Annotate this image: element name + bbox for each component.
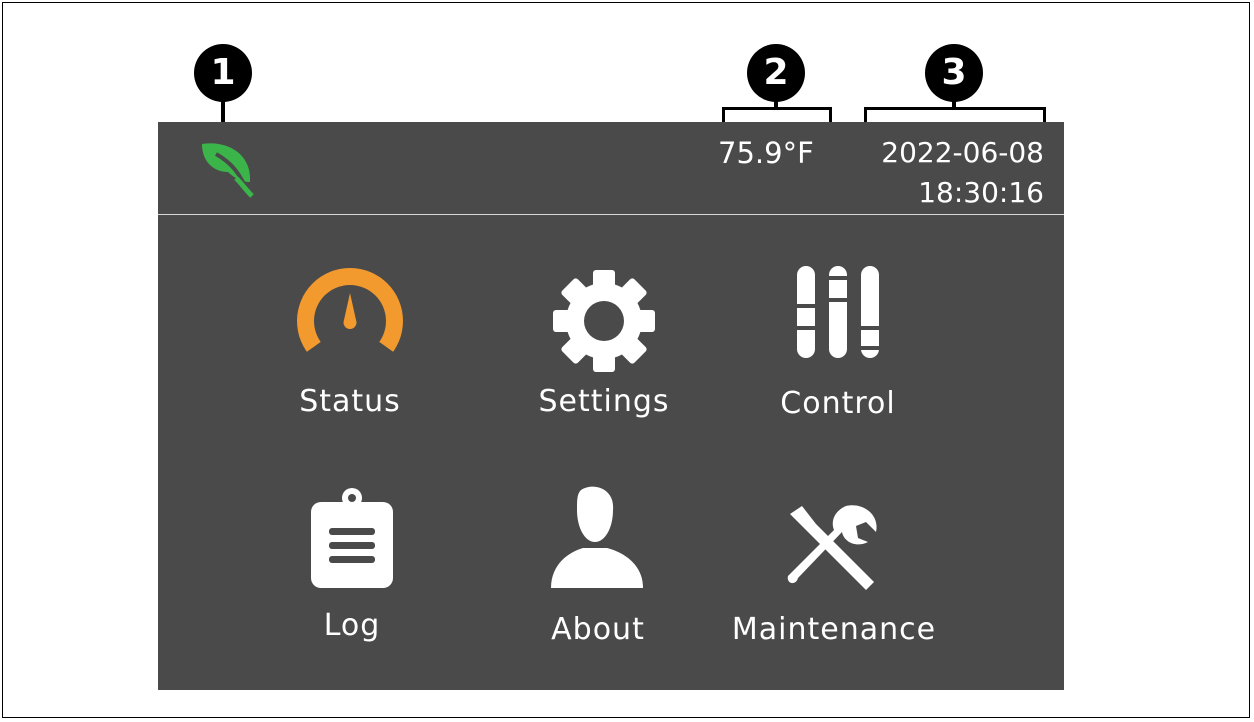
clipboard-icon (311, 488, 393, 588)
callout-3: 3 (925, 44, 983, 102)
callout-1: 1 (194, 44, 252, 102)
person-icon (551, 486, 643, 588)
sliders-icon (794, 266, 882, 358)
menu-label-maintenance: Maintenance (731, 612, 937, 647)
menu-tile-control[interactable]: Control (728, 266, 948, 436)
menu-tile-status[interactable]: Status (240, 266, 460, 436)
menu-tile-log[interactable]: Log (242, 488, 462, 658)
gauge-icon (297, 268, 403, 376)
callout-2: 2 (747, 44, 805, 102)
temperature-readout: 75.9°F (718, 136, 814, 170)
device-screen: 75.9°F 2022-06-08 18:30:16 Status Settin… (158, 122, 1064, 690)
menu-tile-settings[interactable]: Settings (494, 266, 714, 436)
menu-label-status: Status (299, 384, 401, 419)
menu-label-settings: Settings (538, 384, 670, 419)
tools-icon (787, 505, 877, 590)
gear-icon (553, 270, 655, 372)
header-divider (158, 214, 1064, 215)
date-readout: 2022-06-08 (881, 136, 1044, 169)
leaf-icon (202, 143, 254, 198)
menu-tile-about[interactable]: About (488, 484, 708, 654)
time-readout: 18:30:16 (918, 176, 1044, 209)
menu-label-control: Control (780, 386, 896, 421)
menu-label-log: Log (323, 608, 381, 643)
menu-tile-maintenance[interactable]: Maintenance (724, 500, 944, 670)
menu-label-about: About (551, 612, 645, 647)
